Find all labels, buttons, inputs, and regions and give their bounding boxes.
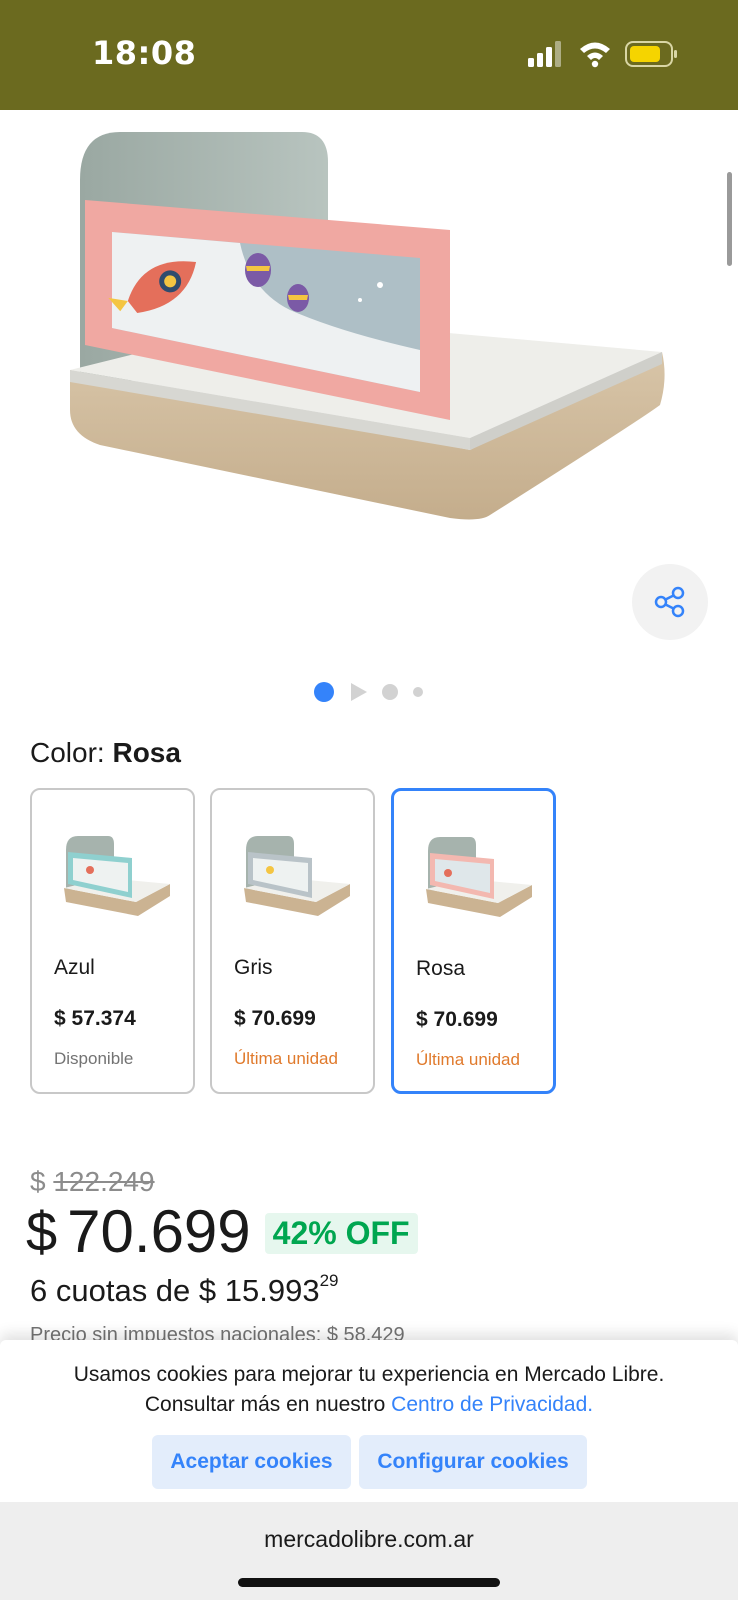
variant-card-rosa[interactable]: Rosa $ 70.699 Última unidad bbox=[391, 788, 556, 1094]
pager-dot[interactable] bbox=[382, 684, 398, 700]
variant-name: Rosa bbox=[416, 957, 466, 980]
variant-name: Azul bbox=[54, 956, 95, 979]
color-label-prefix: Color: bbox=[30, 737, 105, 768]
home-indicator[interactable] bbox=[238, 1578, 500, 1587]
variant-price: $ 70.699 bbox=[416, 1008, 498, 1031]
accept-cookies-button[interactable]: Aceptar cookies bbox=[152, 1435, 351, 1489]
pager-dot-active[interactable] bbox=[314, 682, 334, 702]
scroll-indicator[interactable] bbox=[727, 172, 732, 266]
old-price-currency: $ bbox=[30, 1166, 46, 1197]
battery-icon bbox=[625, 41, 677, 67]
variant-thumbnail bbox=[244, 836, 350, 916]
installments-cents: 29 bbox=[319, 1271, 339, 1290]
price-row: $ 70.699 42% OFF bbox=[26, 1196, 418, 1266]
old-price: $ 122.249 bbox=[30, 1166, 155, 1198]
signal-icon bbox=[528, 41, 561, 67]
browser-url-bar[interactable]: mercadolibre.com.ar bbox=[0, 1502, 738, 1600]
variant-thumbnail bbox=[64, 836, 170, 916]
cookie-line2-prefix: Consultar más en nuestro bbox=[144, 1393, 386, 1416]
price-currency: $ bbox=[26, 1199, 58, 1263]
variant-card-azul[interactable]: Azul $ 57.374 Disponible bbox=[30, 788, 195, 1094]
share-button[interactable] bbox=[632, 564, 708, 640]
variant-stock: Disponible bbox=[54, 1049, 134, 1068]
cookie-line1: Usamos cookies para mejorar tu experienc… bbox=[73, 1363, 665, 1386]
variant-stock: Última unidad bbox=[416, 1050, 520, 1069]
discount-badge: 42% OFF bbox=[264, 1212, 418, 1254]
cookie-banner: Usamos cookies para mejorar tu experienc… bbox=[0, 1340, 738, 1502]
pager-dot[interactable] bbox=[413, 687, 423, 697]
price-value: 70.699 bbox=[67, 1197, 251, 1265]
old-price-value: 122.249 bbox=[53, 1166, 155, 1197]
variant-price: $ 57.374 bbox=[54, 1007, 136, 1030]
selected-color: Rosa bbox=[112, 737, 181, 768]
cookie-text: Usamos cookies para mejorar tu experienc… bbox=[0, 1360, 738, 1420]
configure-cookies-button[interactable]: Configurar cookies bbox=[359, 1435, 587, 1489]
installments[interactable]: 6 cuotas de $ 15.99329 bbox=[30, 1271, 339, 1309]
wifi-icon bbox=[580, 42, 610, 68]
url-text[interactable]: mercadolibre.com.ar bbox=[0, 1526, 738, 1553]
cookie-line2: Consultar más en nuestro Centro de Priva… bbox=[0, 1390, 738, 1420]
status-bar: 18:08 bbox=[0, 0, 738, 110]
variant-price: $ 70.699 bbox=[234, 1007, 316, 1030]
variant-stock: Última unidad bbox=[234, 1049, 338, 1068]
share-icon bbox=[654, 586, 685, 618]
variant-thumbnail bbox=[426, 837, 532, 917]
variant-name: Gris bbox=[234, 956, 273, 979]
status-icons bbox=[528, 41, 677, 68]
gallery-pager[interactable] bbox=[312, 680, 432, 704]
variant-card-gris[interactable]: Gris $ 70.699 Última unidad bbox=[210, 788, 375, 1094]
status-time: 18:08 bbox=[92, 34, 197, 72]
color-label: Color: Rosa bbox=[30, 737, 181, 769]
installments-text: 6 cuotas de $ 15.993 bbox=[30, 1273, 320, 1308]
privacy-center-link[interactable]: Centro de Privacidad. bbox=[391, 1393, 593, 1416]
product-image[interactable] bbox=[40, 120, 700, 540]
video-play-icon[interactable] bbox=[348, 682, 368, 702]
